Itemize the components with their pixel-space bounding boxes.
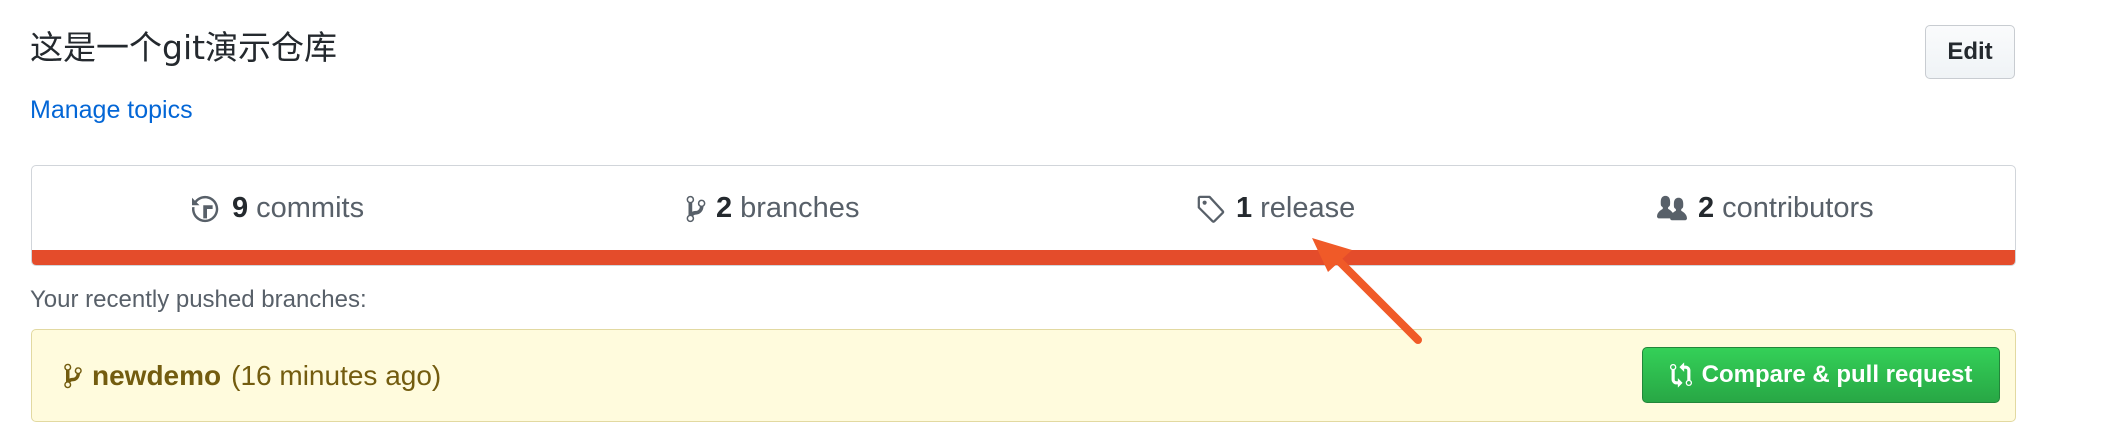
- releases-stat[interactable]: 1 release: [1196, 166, 1355, 251]
- recent-branch-notice: newdemo (16 minutes ago) Compare & pull …: [31, 329, 2016, 422]
- branches-label: branches: [740, 192, 860, 224]
- history-icon: [192, 195, 219, 222]
- recent-branches-heading: Your recently pushed branches:: [30, 286, 367, 313]
- manage-topics-link[interactable]: Manage topics: [30, 96, 193, 125]
- tag-icon: [1197, 195, 1225, 223]
- contributors-label: contributors: [1722, 192, 1874, 224]
- recent-branch-info: newdemo (16 minutes ago): [64, 330, 441, 421]
- branches-stat[interactable]: 2 branches: [686, 166, 859, 251]
- language-bar-fill: [32, 250, 2015, 265]
- people-icon: [1657, 195, 1687, 220]
- repo-stats-bar: 9 commits 2 branches 1 release 2 contrib…: [31, 165, 2016, 266]
- release-count: 1: [1236, 192, 1253, 224]
- commits-count: 9: [232, 192, 249, 224]
- compare-pull-request-button[interactable]: Compare & pull request: [1642, 347, 2000, 403]
- compare-pull-request-label: Compare & pull request: [1701, 361, 1973, 388]
- edit-description-button[interactable]: Edit: [1925, 25, 2015, 79]
- release-label: release: [1260, 192, 1356, 224]
- branches-count: 2: [716, 192, 733, 224]
- language-bar[interactable]: [32, 250, 2015, 265]
- recent-branch-time: (16 minutes ago): [231, 359, 442, 391]
- commits-stat[interactable]: 9 commits: [192, 166, 364, 251]
- contributors-count: 2: [1698, 192, 1715, 224]
- recent-branch-link[interactable]: newdemo: [92, 360, 221, 392]
- git-compare-icon: [1669, 362, 1692, 388]
- contributors-stat[interactable]: 2 contributors: [1656, 166, 1874, 251]
- git-branch-icon: [64, 363, 82, 388]
- repo-description: 这是一个git演示仓库: [30, 28, 338, 67]
- git-branch-icon: [686, 195, 706, 222]
- commits-label: commits: [256, 192, 365, 224]
